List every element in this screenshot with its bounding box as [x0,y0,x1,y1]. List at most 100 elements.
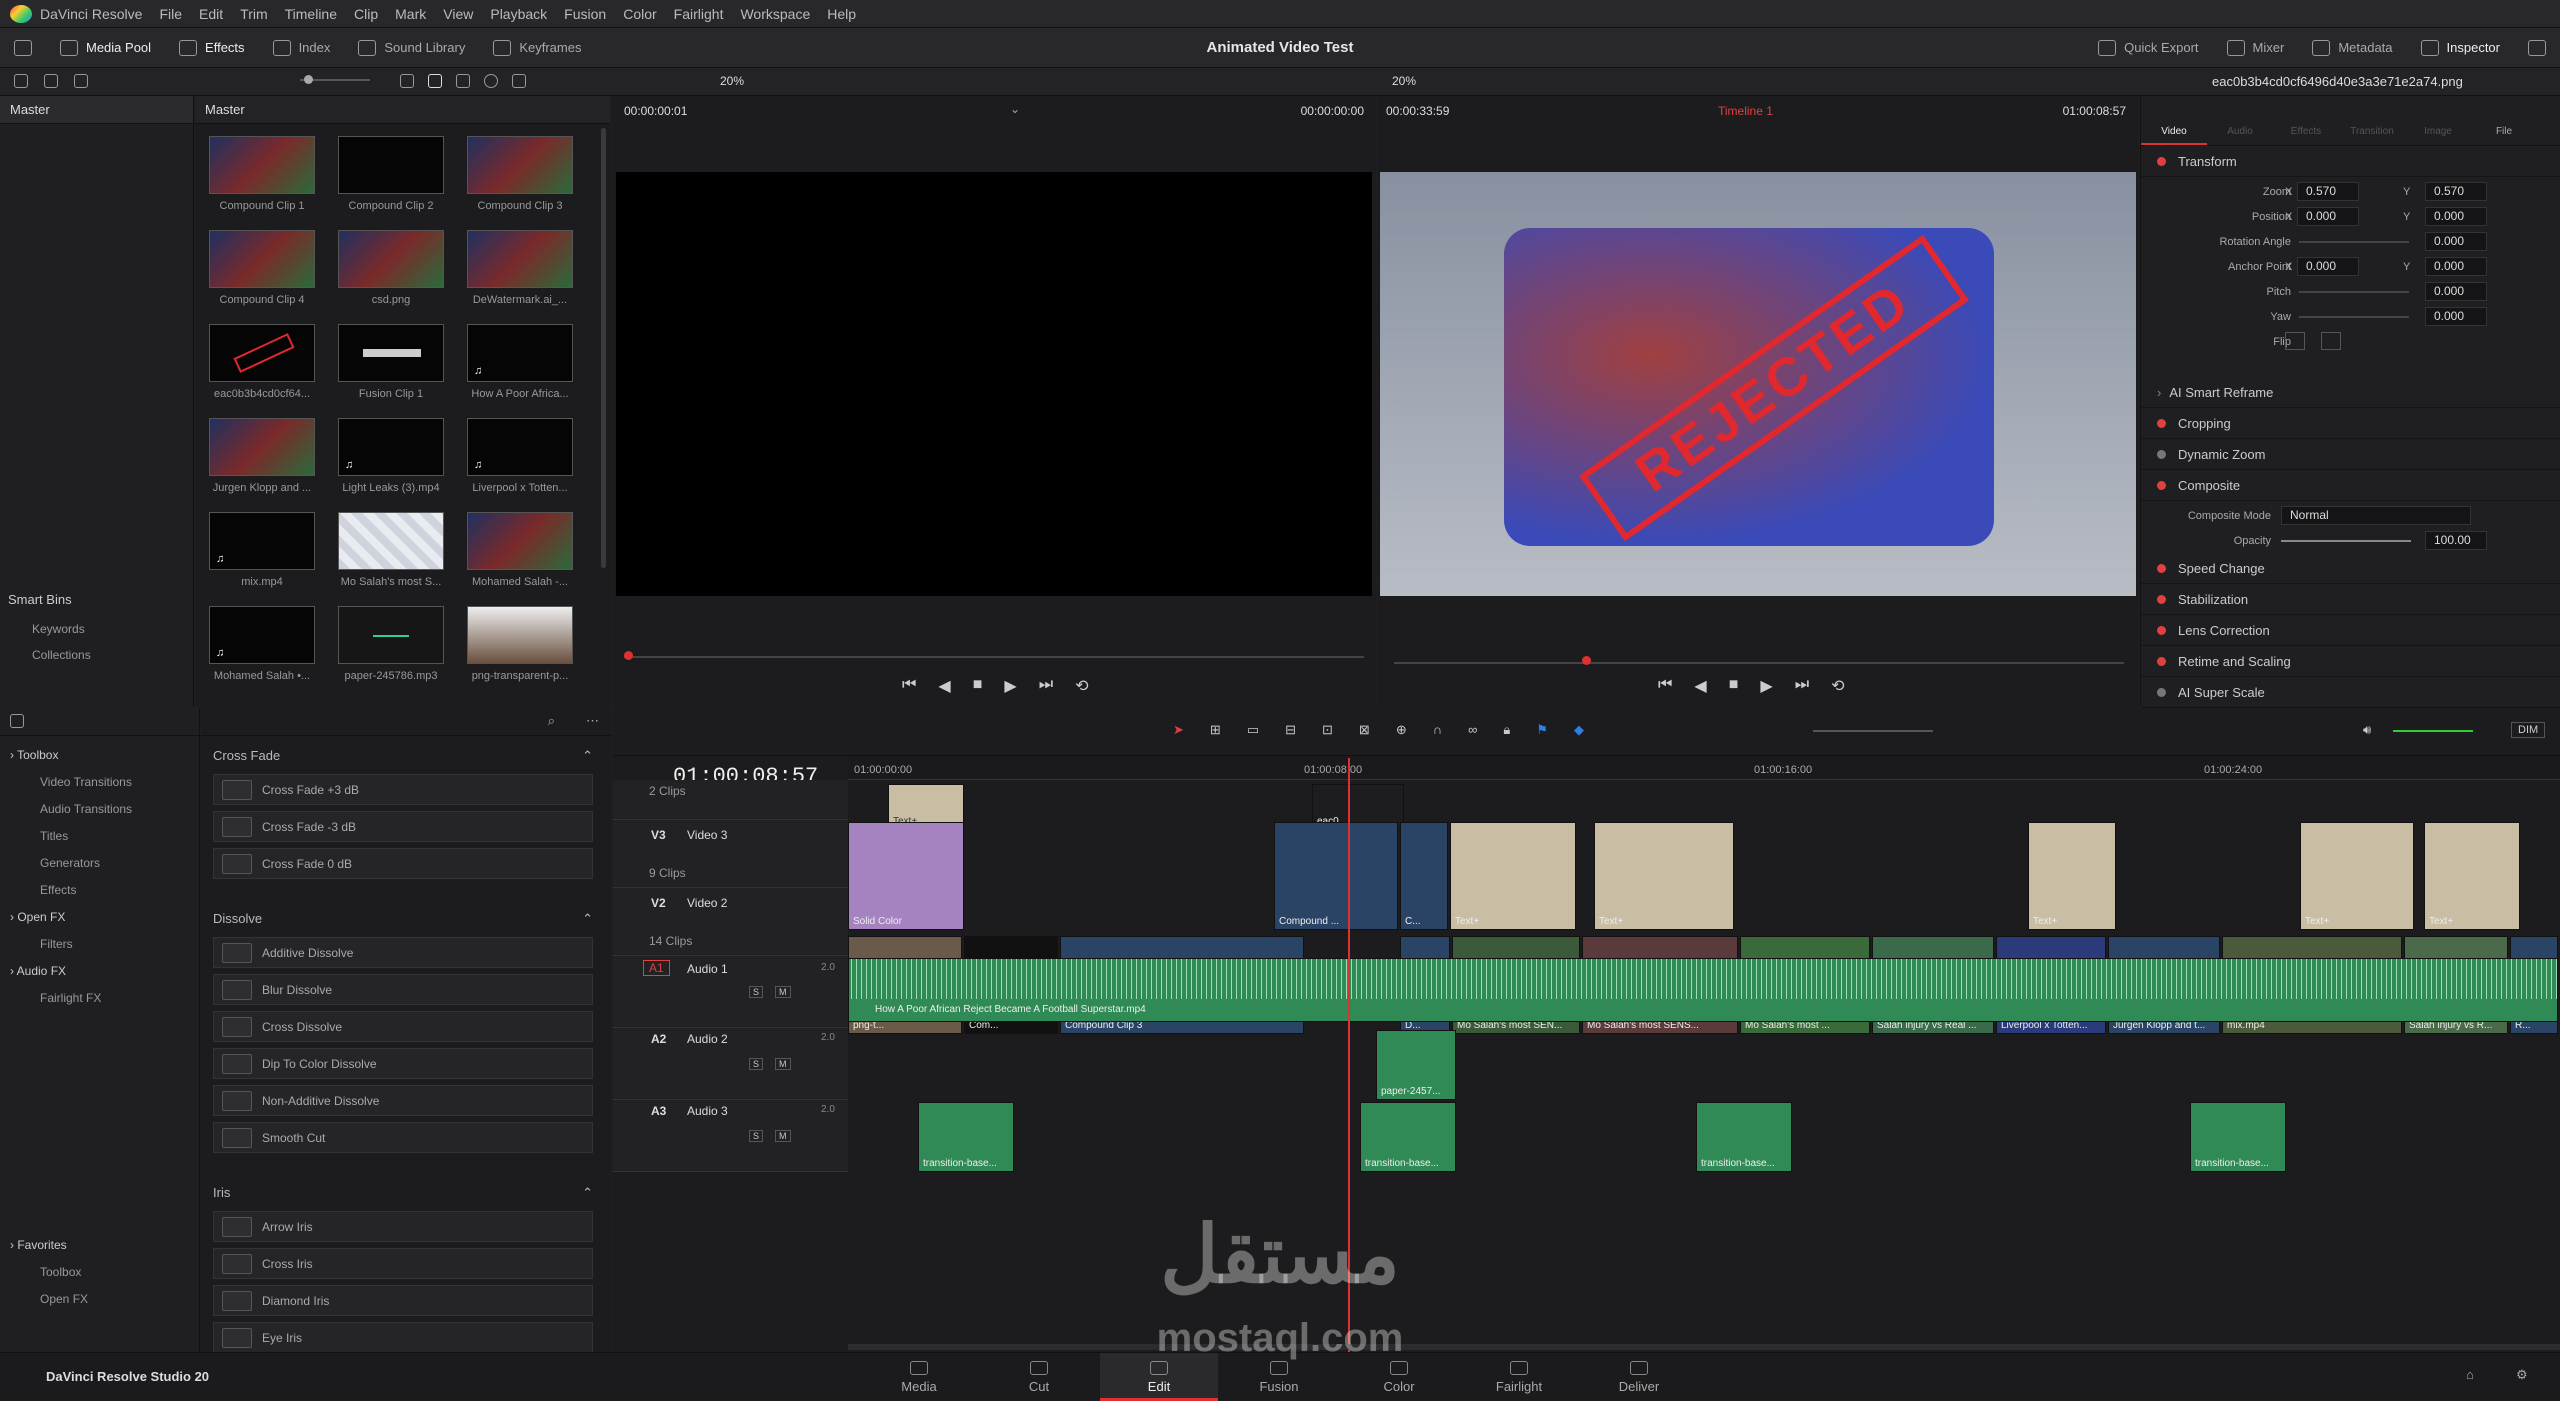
media-pool-item[interactable]: ♫ How A Poor Africa... [467,324,573,400]
source-scrubber[interactable] [624,651,1364,660]
inspector-button[interactable]: Inspector [2407,28,2514,68]
bin-icon[interactable] [74,74,88,88]
keyframes-button[interactable]: Keyframes [479,28,595,68]
page-fairlight[interactable]: Fairlight [1460,1353,1578,1401]
fx-item[interactable]: Smooth Cut [213,1122,593,1153]
media-pool-button[interactable]: Media Pool [46,28,165,68]
source-clip-dropdown-icon[interactable]: ⌄ [1010,102,1020,116]
a3-solo-button[interactable]: S [749,1130,764,1142]
v3-text-clip-1[interactable]: Text+ [1450,822,1576,930]
tab-effects[interactable]: Effects [2273,96,2339,145]
insert-icon[interactable]: ⊡ [1322,722,1333,738]
a2-mute-button[interactable]: M [775,1058,791,1070]
page-media[interactable]: Media [860,1353,978,1401]
metadata-button[interactable]: Metadata [2298,28,2406,68]
collapse-icon[interactable]: ⌃ [582,1185,593,1201]
marker-icon[interactable]: ◆ [1574,722,1584,738]
app-name[interactable]: DaVinci Resolve [40,6,142,22]
zoom-x-field[interactable]: 0.570 [2297,182,2359,201]
position-y-field[interactable]: 0.000 [2425,207,2487,226]
selection-tool-icon[interactable]: ➤ [1173,722,1184,738]
fx-item[interactable]: Diamond Iris [213,1285,593,1316]
anchor-y-field[interactable]: 0.000 [2425,257,2487,276]
stabilization-section[interactable]: Stabilization [2141,584,2560,615]
fx-tree-item[interactable]: Open FX [0,1286,200,1313]
a1-audio-clip[interactable]: How A Poor African Reject Became A Footb… [848,958,2558,1022]
pitch-field[interactable]: 0.000 [2425,282,2487,301]
fx-tree-item[interactable]: › Audio FX [0,958,199,985]
yaw-slider[interactable] [2299,316,2409,318]
timeline-scrollbar[interactable] [848,1344,2560,1350]
list-view-icon[interactable] [456,74,470,88]
collapse-icon[interactable]: ⌃ [582,911,593,927]
tl-loop-icon[interactable]: ⟲ [1831,676,1844,696]
media-pool-item[interactable]: Mohamed Salah -... [467,512,573,588]
media-pool-item[interactable]: Compound Clip 2 [338,136,444,212]
menu-workspace[interactable]: Workspace [740,6,810,22]
media-pool-item[interactable]: paper-245786.mp3 [338,606,444,682]
v3-text-clip-2[interactable]: Text+ [1594,822,1734,930]
fx-item[interactable]: Additive Dissolve [213,937,593,968]
media-pool-item[interactable]: ♫ Liverpool x Totten... [467,418,573,494]
play-icon[interactable]: ▶ [1004,676,1016,696]
timeline-zoom-slider[interactable] [1813,730,1933,732]
ai-smart-reframe-section[interactable]: › AI Smart Reframe [2141,377,2560,408]
zoom-y-field[interactable]: 0.570 [2425,182,2487,201]
yaw-field[interactable]: 0.000 [2425,307,2487,326]
panel-toggle-button[interactable] [0,28,46,68]
gear-icon[interactable]: ⚙ [2516,1367,2528,1383]
position-x-field[interactable]: 0.000 [2297,207,2359,226]
fx-item[interactable]: Dip To Color Dissolve [213,1048,593,1079]
lens-correction-section[interactable]: Lens Correction [2141,615,2560,646]
menu-help[interactable]: Help [827,6,856,22]
menu-file[interactable]: File [159,6,182,22]
media-pool-item[interactable]: ♫ Light Leaks (3).mp4 [338,418,444,494]
menu-fairlight[interactable]: Fairlight [674,6,724,22]
tab-image[interactable]: Image [2405,96,2471,145]
tab-transition[interactable]: Transition [2339,96,2405,145]
menu-view[interactable]: View [443,6,473,22]
a1-mute-button[interactable]: M [775,986,791,998]
fx-tree-item[interactable]: Audio Transitions [0,796,199,823]
flag-icon[interactable]: ⚑ [1536,722,1548,738]
media-pool-item[interactable]: DeWatermark.ai_... [467,230,573,306]
timeline-name-dropdown[interactable]: Timeline 1 [1718,104,1773,118]
slider-handle[interactable] [304,75,313,84]
super-scale-dot-icon[interactable] [2157,687,2166,697]
tab-audio[interactable]: Audio [2207,96,2273,145]
fx-item[interactable]: Cross Fade 0 dB [213,848,593,879]
home-icon[interactable]: ⌂ [2466,1367,2474,1382]
pitch-slider[interactable] [2299,291,2409,293]
quick-export-button[interactable]: Quick Export [2084,28,2212,68]
tl-reverse-icon[interactable]: ◀ [1694,676,1706,696]
smart-bin-collections[interactable]: Collections [32,648,91,662]
dynamic-zoom-section[interactable]: Dynamic Zoom [2141,439,2560,470]
menu-color[interactable]: Color [623,6,656,22]
menu-fusion[interactable]: Fusion [564,6,606,22]
media-pool-item[interactable]: Mo Salah's most S... [338,512,444,588]
tl-stop-icon[interactable]: ■ [1729,676,1739,696]
sort-icon[interactable] [512,74,526,88]
lens-dot-icon[interactable] [2157,625,2166,635]
effects-button[interactable]: Effects [165,28,259,68]
flip-vertical-icon[interactable] [2321,332,2341,350]
composite-dot-icon[interactable] [2157,480,2166,490]
panel-icon[interactable] [10,714,24,728]
fx-tree-item[interactable]: Effects [0,877,199,904]
fx-item[interactable]: Arrow Iris [213,1211,593,1242]
lock-icon[interactable]: 🔒︎ [1503,722,1510,738]
fx-item[interactable]: Cross Fade +3 dB [213,774,593,805]
metadata-view-icon[interactable] [400,74,414,88]
tab-video[interactable]: Video [2141,96,2207,145]
menu-edit[interactable]: Edit [199,6,223,22]
v3-text-clip-4[interactable]: Text+ [2300,822,2414,930]
media-pool-item[interactable]: Jurgen Klopp and ... [209,418,315,494]
menu-mark[interactable]: Mark [395,6,426,22]
trim-tool-icon[interactable]: ⊞ [1210,722,1221,738]
volume-icon[interactable]: 🔊︎ [2363,722,2371,738]
media-pool-item[interactable]: Compound Clip 3 [467,136,573,212]
fx-tree-item[interactable]: › Toolbox [0,742,199,769]
a2-solo-button[interactable]: S [749,1058,764,1070]
a1-solo-button[interactable]: S [749,986,764,998]
index-button[interactable]: Index [259,28,345,68]
